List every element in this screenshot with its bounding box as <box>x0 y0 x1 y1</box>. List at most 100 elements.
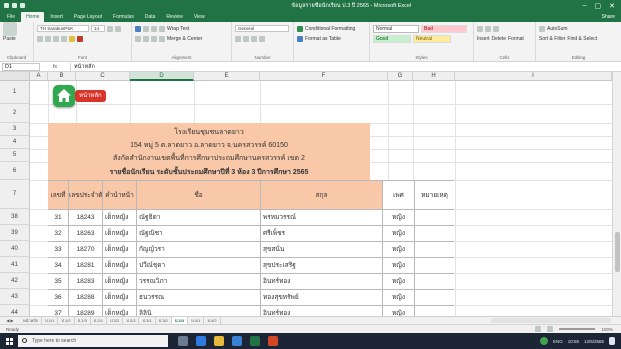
style-bad[interactable]: Bad <box>421 24 467 33</box>
decimal-icon[interactable] <box>259 35 265 42</box>
minimize-button[interactable]: – <box>583 2 587 10</box>
row-header-7[interactable]: 7 <box>0 180 30 209</box>
sheet-tab[interactable]: ป.1/1 <box>42 317 59 324</box>
tab-view[interactable]: View <box>189 12 210 22</box>
select-all-corner[interactable] <box>0 72 30 81</box>
formula-input[interactable]: หน้าหลัก <box>70 62 621 71</box>
student-gender[interactable]: หญิง <box>382 258 414 274</box>
powerpoint-icon[interactable] <box>268 336 278 346</box>
style-normal[interactable]: Normal <box>373 24 419 33</box>
tray-date[interactable]: 12/5/2565 <box>584 339 604 344</box>
indent-icon[interactable] <box>159 35 165 42</box>
vertical-scrollbar[interactable] <box>612 72 621 316</box>
save-icon[interactable] <box>4 3 9 8</box>
student-note[interactable] <box>414 226 454 242</box>
row-header-44[interactable]: 44 <box>0 305 30 316</box>
number-format-select[interactable]: General <box>235 25 289 32</box>
student-prefix[interactable]: เด็กหญิง <box>102 210 136 226</box>
student-last-name[interactable]: ทองสุขทรัพย์ <box>260 290 382 306</box>
student-id[interactable]: 18263 <box>68 226 102 242</box>
close-button[interactable]: ✕ <box>609 2 615 10</box>
student-note[interactable] <box>414 210 454 226</box>
sort-filter-button[interactable]: Sort & Filter <box>539 36 565 42</box>
student-number[interactable]: 31 <box>48 210 68 226</box>
student-last-name[interactable]: อินทร์ทอง <box>260 274 382 290</box>
sheet-nav-arrows[interactable]: ◀ ▶ <box>0 318 20 323</box>
align-top-icon[interactable] <box>135 25 141 32</box>
table-row[interactable]: 32 18263 เด็กหญิง ณัฐณิชา ศรีเพ็ชร หญิง <box>48 225 454 242</box>
sheet-tab[interactable]: ป.2/3 <box>123 317 140 324</box>
sheet-tab[interactable]: หน้าหลัก <box>20 317 43 324</box>
format-as-table-button[interactable]: Format as Table <box>305 36 341 42</box>
column-header-b[interactable]: B <box>48 72 76 81</box>
font-size-select[interactable]: 14 <box>91 25 105 32</box>
conditional-formatting-button[interactable]: Conditional Formatting <box>305 26 355 32</box>
format-as-table-icon[interactable] <box>297 35 303 42</box>
find-select-button[interactable]: Find & Select <box>567 36 597 42</box>
sheet-tab[interactable]: ป.4/1 <box>188 317 205 324</box>
percent-icon[interactable] <box>243 35 249 42</box>
student-id[interactable]: 18243 <box>68 210 102 226</box>
student-id[interactable]: 18281 <box>68 258 102 274</box>
student-first-name[interactable]: ปวีณ์ชุดา <box>136 258 260 274</box>
student-id[interactable]: 18283 <box>68 274 102 290</box>
student-first-name[interactable]: ณัฐธิดา <box>136 210 260 226</box>
align-middle-icon[interactable] <box>143 25 149 32</box>
borders-icon[interactable] <box>61 35 67 42</box>
table-row[interactable]: 31 18243 เด็กหญิง ณัฐธิดา พรหมวรรณ์ หญิง <box>48 209 454 226</box>
sheet-tab[interactable]: ป.2/2 <box>107 317 124 324</box>
row-header-4[interactable]: 4 <box>0 136 30 149</box>
task-view-icon[interactable] <box>178 336 188 346</box>
student-last-name[interactable]: สุขประเสริฐ <box>260 258 382 274</box>
vertical-scroll-thumb[interactable] <box>615 232 620 272</box>
share-button[interactable]: Share <box>596 12 621 22</box>
maximize-button[interactable]: ▢ <box>595 2 602 10</box>
format-cells-icon[interactable] <box>493 25 499 32</box>
name-box[interactable]: D1 <box>2 62 40 71</box>
tab-formulas[interactable]: Formulas <box>108 12 139 22</box>
student-prefix[interactable]: เด็กหญิง <box>102 242 136 258</box>
comma-icon[interactable] <box>251 35 257 42</box>
insert-button[interactable]: Insert <box>477 36 490 42</box>
italic-icon[interactable] <box>45 35 51 42</box>
student-note[interactable] <box>414 274 454 290</box>
sheet-tab[interactable]: ป.4/2 <box>204 317 221 324</box>
row-header-2[interactable]: 2 <box>0 104 30 123</box>
column-header-a[interactable]: A <box>30 72 48 81</box>
student-gender[interactable]: หญิง <box>382 242 414 258</box>
wrap-text-button[interactable]: Wrap Text <box>167 26 189 32</box>
student-first-name[interactable]: ธนวรรณ <box>136 290 260 306</box>
home-button[interactable] <box>53 85 75 107</box>
student-number[interactable]: 32 <box>48 226 68 242</box>
row-header-40[interactable]: 40 <box>0 241 30 257</box>
underline-icon[interactable] <box>53 35 59 42</box>
student-gender[interactable]: หญิง <box>382 210 414 226</box>
sheet-tab[interactable]: ป.3/1 <box>139 317 156 324</box>
student-gender[interactable]: หญิง <box>382 290 414 306</box>
redo-icon[interactable] <box>20 3 25 8</box>
row-header-1[interactable]: 1 <box>0 81 30 104</box>
student-gender[interactable]: หญิง <box>382 226 414 242</box>
tab-insert[interactable]: Insert <box>45 12 68 22</box>
tab-review[interactable]: Review <box>161 12 187 22</box>
normal-view-icon[interactable] <box>535 326 542 332</box>
student-note[interactable] <box>414 258 454 274</box>
align-center-icon[interactable] <box>143 35 149 42</box>
student-prefix[interactable]: เด็กหญิง <box>102 290 136 306</box>
excel-icon[interactable] <box>250 336 260 346</box>
table-row[interactable]: 34 18281 เด็กหญิง ปวีณ์ชุดา สุขประเสริฐ หญิง <box>48 257 454 274</box>
row-header-41[interactable]: 41 <box>0 257 30 273</box>
align-right-icon[interactable] <box>151 35 157 42</box>
student-first-name[interactable]: ณัฐณิชา <box>136 226 260 242</box>
paste-label[interactable]: Paste <box>3 34 30 43</box>
row-header-5[interactable]: 5 <box>0 149 30 162</box>
horizontal-scrollbar[interactable] <box>491 318 611 323</box>
column-header-g[interactable]: G <box>388 72 413 81</box>
row-header-43[interactable]: 43 <box>0 289 30 305</box>
bold-icon[interactable] <box>37 35 43 42</box>
tab-file[interactable]: File <box>2 12 20 22</box>
format-button[interactable]: Format <box>508 36 524 42</box>
notification-icon[interactable] <box>609 337 615 345</box>
align-bottom-icon[interactable] <box>151 25 157 32</box>
align-left-icon[interactable] <box>135 35 141 42</box>
